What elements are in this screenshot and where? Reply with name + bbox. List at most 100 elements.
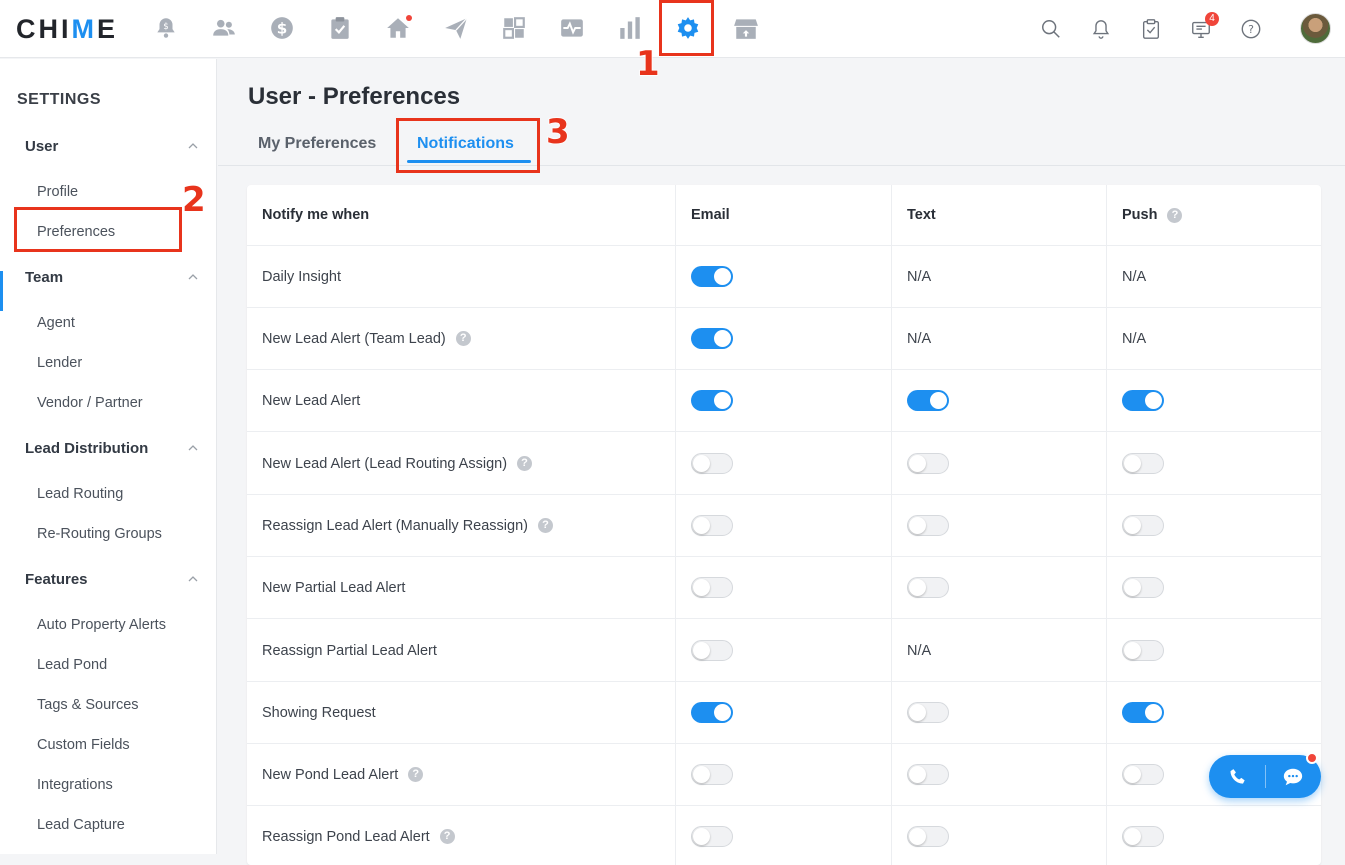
dollar-icon[interactable]: $: [267, 13, 297, 43]
phone-icon[interactable]: [1225, 764, 1251, 790]
push-toggle-on[interactable]: [1122, 702, 1164, 723]
annotation-box-3: [396, 118, 540, 173]
sidebar-item-tags-sources[interactable]: Tags & Sources: [37, 697, 139, 713]
text-toggle-off[interactable]: [907, 577, 949, 598]
chevron-up-icon[interactable]: [187, 140, 199, 152]
alerts-icon[interactable]: $: [151, 13, 181, 43]
sidebar-item-integrations[interactable]: Integrations: [37, 777, 113, 793]
sidebar-item-vendor-partner[interactable]: Vendor / Partner: [37, 395, 143, 411]
email-cell: [691, 744, 891, 805]
notification-label-cell: Reassign Pond Lead Alert?: [262, 806, 672, 865]
sidebar-section-features[interactable]: Features: [25, 571, 88, 588]
push-toggle-off[interactable]: [1122, 640, 1164, 661]
sidebar-section-team[interactable]: Team: [25, 269, 63, 286]
sidebar-item-lender[interactable]: Lender: [37, 355, 82, 371]
top-navigation-bar: CHIME $ $ 1 4 ?: [0, 0, 1345, 85]
store-icon[interactable]: [731, 13, 761, 43]
send-icon[interactable]: [441, 13, 471, 43]
user-avatar[interactable]: [1300, 13, 1331, 44]
bar-chart-icon[interactable]: [615, 13, 645, 43]
toggle-knob: [1124, 579, 1141, 596]
push-toggle-off[interactable]: [1122, 515, 1164, 536]
table-row: New Partial Lead Alert: [247, 557, 1321, 619]
sidebar-item-lead-routing[interactable]: Lead Routing: [37, 486, 123, 502]
call-chat-widget: [1209, 752, 1321, 798]
table-row: Daily Insight N/A N/A: [247, 246, 1321, 308]
push-toggle-off[interactable]: [1122, 453, 1164, 474]
toggle-knob: [1124, 828, 1141, 845]
notification-label: New Lead Alert (Team Lead): [262, 330, 446, 347]
sidebar-section-user[interactable]: User: [25, 138, 58, 155]
toggle-knob: [909, 766, 926, 783]
bell-icon[interactable]: [1088, 16, 1114, 42]
annotation-number-2: 2: [181, 179, 206, 221]
sidebar-item-custom-fields[interactable]: Custom Fields: [37, 737, 130, 753]
chat-icon[interactable]: [1280, 764, 1306, 790]
email-cell: [691, 806, 891, 865]
text-na-text: N/A: [907, 268, 932, 285]
email-toggle-on[interactable]: [691, 266, 733, 287]
home-icon[interactable]: [383, 13, 413, 43]
email-toggle-on[interactable]: [691, 328, 733, 349]
monitor-icon[interactable]: 4: [1188, 12, 1219, 42]
email-toggle-off[interactable]: [691, 826, 733, 847]
push-toggle-off[interactable]: [1122, 577, 1164, 598]
push-na-text: N/A: [1122, 268, 1147, 285]
widget-separator: [1265, 765, 1266, 788]
table-row: New Lead Alert (Lead Routing Assign)?: [247, 433, 1321, 495]
help-icon[interactable]: ?: [439, 829, 455, 844]
sidebar-item-agent[interactable]: Agent: [37, 315, 75, 331]
text-toggle-off[interactable]: [907, 515, 949, 536]
help-icon[interactable]: ?: [537, 518, 553, 533]
text-toggle-off[interactable]: [907, 764, 949, 785]
email-toggle-off[interactable]: [691, 764, 733, 785]
sidebar-section-lead-distribution[interactable]: Lead Distribution: [25, 440, 148, 457]
clipboard-icon[interactable]: [325, 13, 355, 43]
email-toggle-off[interactable]: [691, 640, 733, 661]
chime-logo[interactable]: CHIME: [16, 14, 118, 45]
push-toggle-off[interactable]: [1122, 764, 1164, 785]
notification-label-cell: Showing Request: [262, 682, 672, 743]
text-toggle-off[interactable]: [907, 826, 949, 847]
people-icon[interactable]: [209, 13, 239, 43]
chevron-up-icon[interactable]: [187, 271, 199, 283]
chevron-up-icon[interactable]: [187, 573, 199, 585]
notification-label: New Lead Alert (Lead Routing Assign): [262, 455, 508, 472]
help-icon[interactable]: ?: [455, 331, 471, 346]
text-toggle-off[interactable]: [907, 702, 949, 723]
active-item-indicator: [0, 271, 3, 311]
table-row: New Pond Lead Alert?: [247, 744, 1321, 806]
push-toggle-on[interactable]: [1122, 390, 1164, 411]
email-toggle-on[interactable]: [691, 702, 733, 723]
toggle-knob: [1124, 766, 1141, 783]
sidebar-item-profile[interactable]: Profile: [37, 184, 78, 200]
sidebar-item-lead-pond[interactable]: Lead Pond: [37, 657, 107, 673]
search-icon[interactable]: [1038, 16, 1064, 42]
help-icon[interactable]: ?: [517, 456, 533, 471]
sidebar-item-re-routing-groups[interactable]: Re-Routing Groups: [37, 526, 162, 542]
push-help-icon[interactable]: ?: [1167, 207, 1183, 223]
sidebar-item-lead-capture[interactable]: Lead Capture: [37, 817, 125, 833]
toggle-knob: [714, 704, 731, 721]
help-icon[interactable]: ?: [408, 767, 424, 782]
push-cell: [1122, 620, 1312, 681]
text-toggle-off[interactable]: [907, 453, 949, 474]
email-toggle-off[interactable]: [691, 577, 733, 598]
table-row: Showing Request: [247, 682, 1321, 744]
chevron-up-icon[interactable]: [187, 442, 199, 454]
tab-my-preferences[interactable]: My Preferences: [258, 135, 376, 153]
help-icon[interactable]: ?: [1238, 16, 1264, 42]
pulse-icon[interactable]: [557, 13, 587, 43]
text-na-text: N/A: [907, 642, 932, 659]
notification-label: Reassign Partial Lead Alert: [262, 642, 437, 659]
sidebar-item-auto-property-alerts[interactable]: Auto Property Alerts: [37, 617, 166, 633]
settings-sidebar: SETTINGS User Profile Preferences Team A…: [0, 59, 217, 854]
email-toggle-off[interactable]: [691, 453, 733, 474]
toggle-knob: [693, 517, 710, 534]
push-toggle-off[interactable]: [1122, 826, 1164, 847]
checklist-icon[interactable]: [1138, 16, 1164, 42]
text-toggle-on[interactable]: [907, 390, 949, 411]
dashboard-icon[interactable]: [499, 13, 529, 43]
email-toggle-off[interactable]: [691, 515, 733, 536]
email-toggle-on[interactable]: [691, 390, 733, 411]
